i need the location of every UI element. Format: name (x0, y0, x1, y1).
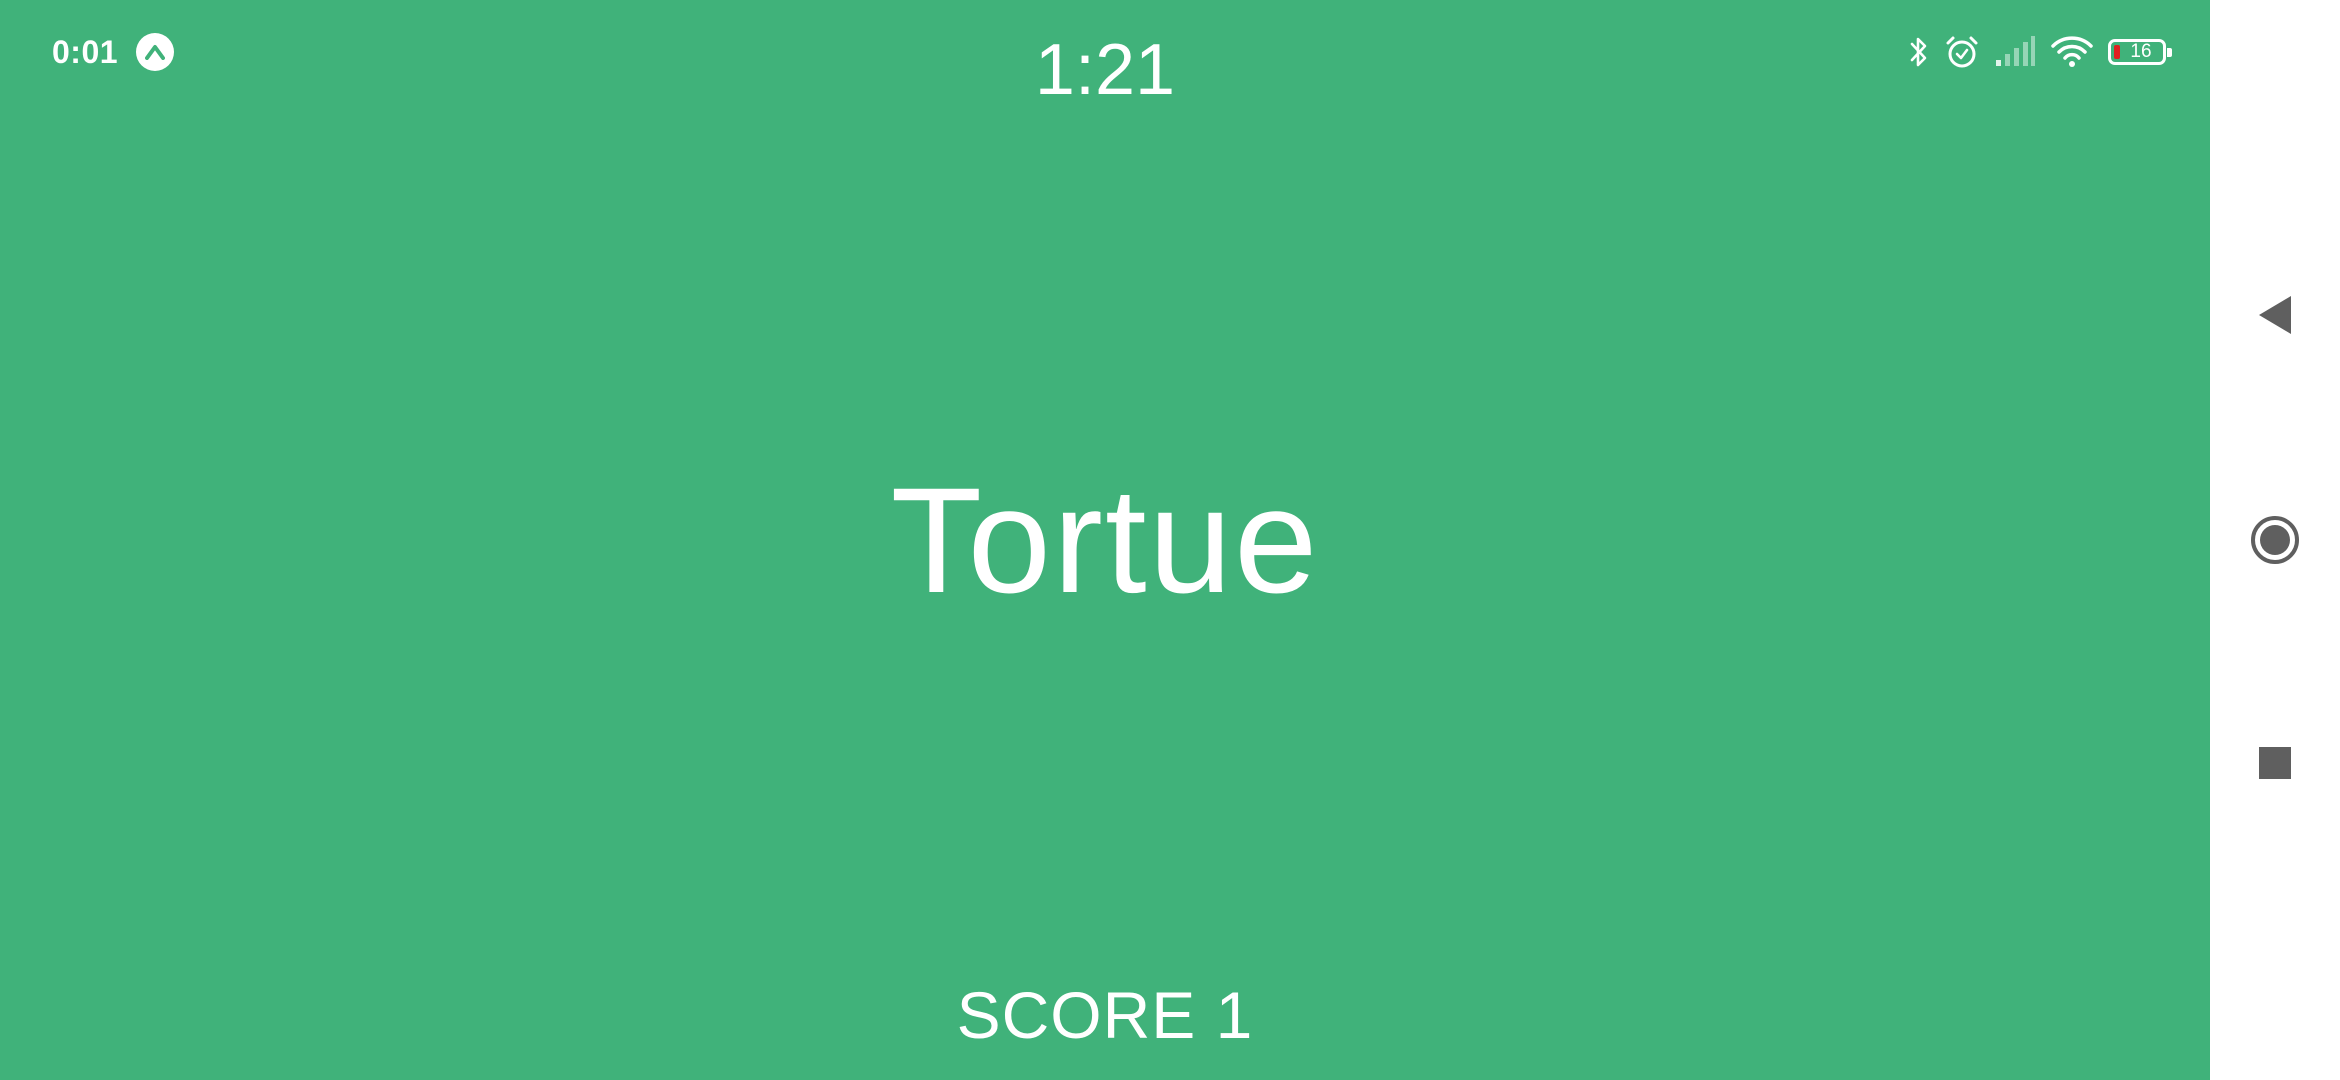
home-icon (2251, 516, 2299, 564)
wifi-icon (2050, 34, 2094, 70)
home-button[interactable] (2210, 495, 2340, 585)
battery-icon: 16 (2108, 39, 2172, 65)
cellular-signal-icon (1994, 36, 2036, 68)
alarm-icon (1944, 34, 1980, 70)
back-button[interactable] (2210, 270, 2340, 360)
navigation-bar (2210, 0, 2340, 1080)
guess-word: Tortue (890, 456, 1320, 624)
game-area[interactable]: 0:01 1:21 16 Tortue SCORE 1 (0, 0, 2210, 1080)
recents-button[interactable] (2210, 718, 2340, 808)
countdown-timer: 1:21 (1034, 30, 1176, 110)
recents-icon (2259, 747, 2291, 779)
battery-level-fill (2114, 45, 2120, 59)
bluetooth-icon (1908, 34, 1930, 70)
status-bar-right: 16 (1908, 30, 2172, 74)
score-label: SCORE 1 (956, 978, 1254, 1052)
battery-level-text: 16 (2130, 41, 2152, 62)
back-icon (2259, 296, 2291, 334)
screen: 0:01 1:21 16 Tortue SCORE 1 (0, 0, 2340, 1080)
